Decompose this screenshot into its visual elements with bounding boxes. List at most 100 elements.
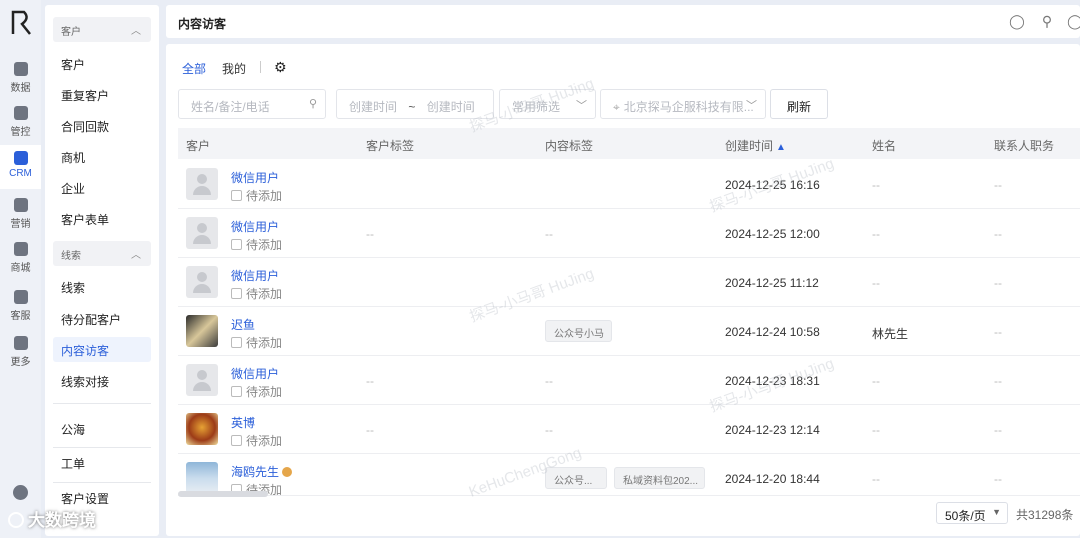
status-pending: 待添加 [231, 432, 282, 449]
content-tag: -- [545, 227, 553, 241]
table-row[interactable]: 微信用户 待添加 -- -- 2024-12-25 12:00 -- -- [178, 209, 1080, 258]
created-time: 2024-12-23 12:14 [725, 423, 820, 437]
position: -- [994, 423, 1002, 437]
customer-name-link[interactable]: 微信用户 [231, 169, 279, 186]
divider [53, 403, 151, 404]
chart-icon [13, 62, 28, 76]
status-pending: 待添加 [231, 187, 282, 204]
customer-tag: -- [366, 227, 374, 241]
customer-name-link[interactable]: 微信用户 [231, 365, 279, 382]
horizontal-scrollbar[interactable] [178, 491, 268, 497]
divider [53, 447, 151, 448]
rail-item-control[interactable]: 管控 [0, 100, 41, 144]
org-select[interactable]: ⌖ 北京探马企服科技有限... ﹀ [600, 89, 766, 119]
table-row[interactable]: 海鸥先生 待添加 公众号... 私域资料包202... 2024-12-20 1… [178, 454, 1080, 496]
add-icon [231, 239, 242, 250]
sub-item-enterprise[interactable]: 企业 [53, 175, 151, 200]
sub-item-duplicate-customer[interactable]: 重复客户 [53, 82, 151, 107]
real-name: 林先生 [872, 327, 909, 341]
col-customer: 客户 [186, 139, 211, 153]
rail-item-crm[interactable]: CRM [0, 145, 41, 189]
customer-name-link[interactable]: 英博 [231, 414, 255, 431]
search-icon: ⚲ [308, 98, 317, 110]
content-tag-chip: 私域资料包202... [614, 467, 705, 489]
table-row[interactable]: 微信用户 待添加 -- -- 2024-12-23 18:31 -- -- [178, 356, 1080, 405]
search-input[interactable]: 姓名/备注/电话 ⚲ [178, 89, 326, 119]
content-tag-chip: 公众号... [545, 467, 607, 489]
avatar [186, 364, 218, 396]
search-icon[interactable]: ⚲ [1039, 13, 1055, 29]
settings-icon[interactable] [13, 485, 28, 500]
rail-item-data[interactable]: 数据 [0, 56, 41, 100]
avatar [186, 168, 218, 200]
grid-icon [13, 336, 28, 350]
customer-name-link[interactable]: 微信用户 [231, 267, 279, 284]
sub-item-opportunity[interactable]: 商机 [53, 144, 151, 169]
created-time: 2024-12-24 10:58 [725, 325, 820, 339]
icon-rail: 数据 管控 CRM 营销 商城 客服 更多 [0, 0, 41, 538]
sub-item-customer-form[interactable]: 客户表单 [53, 206, 151, 231]
status-pending: 待添加 [231, 285, 282, 302]
chevron-up-icon: ︿ [131, 26, 141, 37]
sub-item-pending-assign[interactable]: 待分配客户 [53, 306, 151, 331]
shield-icon [13, 106, 28, 120]
rail-item-more[interactable]: 更多 [0, 330, 41, 374]
sub-item-public-pool[interactable]: 公海 [53, 416, 151, 441]
rail-item-service[interactable]: 客服 [0, 284, 41, 328]
add-icon [231, 337, 242, 348]
col-name: 姓名 [872, 139, 897, 153]
common-filter-select[interactable]: 常用筛选 ﹀ [499, 89, 596, 119]
gear-icon[interactable]: ⚙ [274, 59, 287, 76]
app-logo[interactable] [8, 8, 34, 38]
col-customer-tag: 客户标签 [366, 139, 415, 153]
brand-watermark: 大数跨境 [8, 506, 96, 531]
main-panel: 全部 我的 ⚙ 姓名/备注/电话 ⚲ 创建时间 ~ 创建时间 常用筛选 ﹀ ⌖ 北… [166, 44, 1080, 536]
real-name: -- [872, 227, 880, 241]
add-icon [231, 386, 242, 397]
col-position: 联系人职务 [994, 139, 1055, 153]
col-created-time[interactable]: 创建时间 ▲ [725, 137, 786, 154]
status-pending: 待添加 [231, 236, 282, 253]
customer-name-link[interactable]: 微信用户 [231, 218, 279, 235]
rail-item-marketing[interactable]: 营销 [0, 192, 41, 236]
chevron-up-icon: ︿ [131, 250, 141, 261]
sub-item-leads[interactable]: 线索 [53, 274, 151, 299]
sub-item-lead-docking[interactable]: 线索对接 [53, 368, 151, 393]
more-icon[interactable]: ◯ [1067, 13, 1080, 29]
avatar [186, 413, 218, 445]
real-name: -- [872, 276, 880, 290]
add-icon [231, 190, 242, 201]
check-circle-icon[interactable]: ◯ [1009, 13, 1025, 29]
refresh-button[interactable]: 刷新 [770, 89, 828, 119]
position: -- [994, 178, 1002, 192]
customer-name-link[interactable]: 海鸥先生 [231, 463, 293, 480]
position: -- [994, 276, 1002, 290]
table-row[interactable]: 微信用户 待添加 2024-12-25 16:16 -- -- [178, 160, 1080, 209]
table-row[interactable]: 迟鱼 待添加 公众号小马 2024-12-24 10:58 林先生 -- [178, 307, 1080, 356]
customer-name-link[interactable]: 迟鱼 [231, 316, 255, 333]
group-head-leads[interactable]: 线索 ︿ [53, 241, 151, 266]
table-row[interactable]: 微信用户 待添加 2024-12-25 11:12 -- -- [178, 258, 1080, 307]
position: -- [994, 472, 1002, 486]
table-header: 客户 客户标签 内容标签 创建时间 ▲ 姓名 联系人职务 [178, 128, 1080, 159]
real-name: -- [872, 423, 880, 437]
tab-mine[interactable]: 我的 [222, 60, 246, 77]
position: -- [994, 325, 1002, 339]
sort-icon[interactable]: ▲ [776, 142, 786, 153]
position: -- [994, 227, 1002, 241]
person-icon [13, 151, 28, 165]
target-icon [13, 198, 28, 212]
sub-item-content-visitors[interactable]: 内容访客 [53, 337, 151, 362]
sub-item-contract-payment[interactable]: 合同回款 [53, 113, 151, 138]
table-row[interactable]: 英博 待添加 -- -- 2024-12-23 12:14 -- -- [178, 405, 1080, 454]
date-range-picker[interactable]: 创建时间 ~ 创建时间 [336, 89, 494, 119]
sub-item-customer[interactable]: 客户 [53, 51, 151, 76]
avatar [186, 315, 218, 347]
rail-item-mall[interactable]: 商城 [0, 236, 41, 280]
page-size-select[interactable]: 50条/页 ▼ [936, 502, 1008, 524]
tab-divider [260, 61, 261, 73]
sub-item-ticket[interactable]: 工单 [53, 450, 151, 475]
avatar [186, 462, 218, 494]
tab-all[interactable]: 全部 [182, 60, 206, 77]
group-head-customer[interactable]: 客户 ︿ [53, 17, 151, 42]
